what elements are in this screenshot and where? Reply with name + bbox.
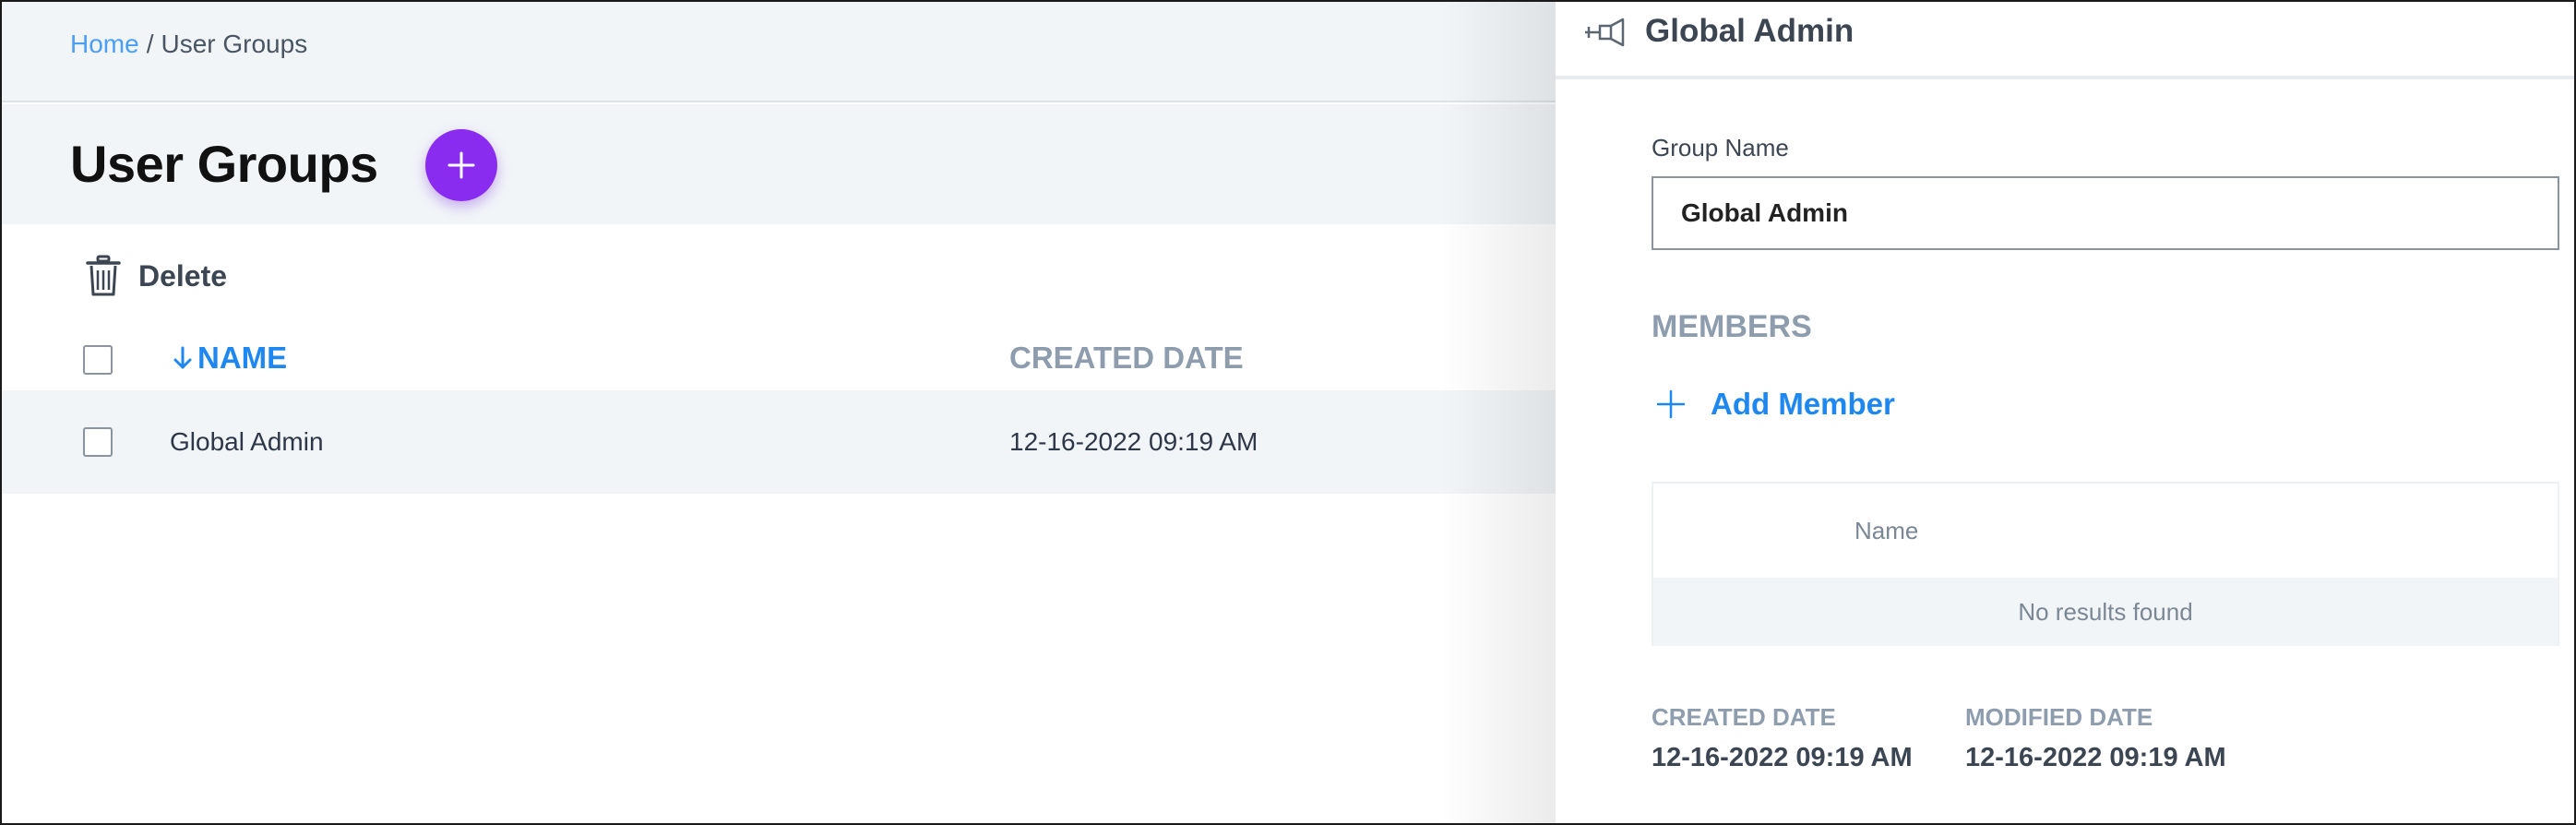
breadcrumb: Home / User Groups [70,30,307,59]
delete-label: Delete [138,258,228,293]
created-date-value: 12-16-2022 09:19 AM [1652,743,1913,772]
members-heading: MEMBERS [1652,309,1812,344]
group-name-input[interactable] [1652,176,2559,250]
breadcrumb-bar: Home / User Groups [2,2,1556,102]
collapse-panel-icon[interactable] [1583,17,1626,48]
plus-icon [1656,389,1686,419]
trash-icon [86,255,121,296]
breadcrumb-separator: / [146,30,154,58]
row-name: Global Admin [170,427,324,456]
group-detail-panel: Global Admin Group Name MEMBERS Add Memb… [1556,2,2574,823]
page-title: User Groups [70,135,378,193]
row-created-date: 12-16-2022 09:19 AM [1009,427,1258,456]
add-user-group-button[interactable] [425,129,497,201]
add-member-button[interactable]: Add Member [1652,382,1895,426]
row-checkbox[interactable] [83,427,113,457]
group-name-label: Group Name [1652,134,1789,161]
modified-date-label: MODIFIED DATE [1965,703,2153,731]
column-header-name[interactable]: NAME [172,341,287,376]
breadcrumb-home-link[interactable]: Home [70,30,139,58]
plus-icon [447,151,475,179]
app-frame: Home / User Groups User Groups Delete NA… [0,0,2576,825]
breadcrumb-current: User Groups [161,30,308,58]
main-content: Home / User Groups User Groups Delete NA… [2,2,1556,823]
table-row[interactable]: Global Admin 12-16-2022 09:19 AM [2,390,1556,494]
members-table-header: Name [1653,484,2558,576]
title-bar: User Groups [2,104,1556,224]
members-table: Name No results found [1652,482,2559,646]
column-header-name-label: NAME [197,341,288,375]
panel-header: Global Admin [1556,2,2574,79]
created-date-label: CREATED DATE [1652,703,1836,731]
table-header: NAME CREATED DATE [2,329,1556,390]
arrow-down-icon [173,346,192,369]
modified-date-value: 12-16-2022 09:19 AM [1965,743,2226,772]
delete-button[interactable]: Delete [85,253,227,299]
panel-shadow [1441,2,1556,823]
column-header-created-date[interactable]: CREATED DATE [1009,341,1244,376]
select-all-checkbox[interactable] [83,345,113,375]
panel-title: Global Admin [1645,13,1854,49]
members-empty-state: No results found [1653,578,2558,646]
members-column-name[interactable]: Name [1854,517,1918,545]
add-member-label: Add Member [1711,387,1895,421]
